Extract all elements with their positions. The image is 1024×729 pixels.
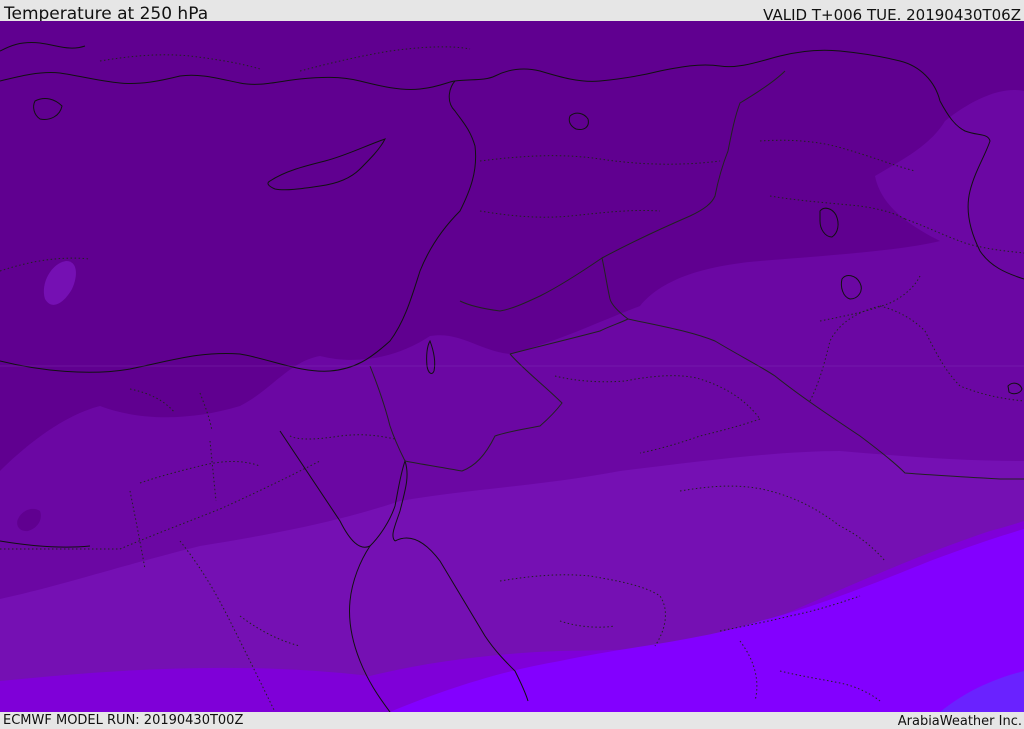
temperature-map[interactable] — [0, 21, 1024, 712]
model-run-label: ECMWF MODEL RUN: 20190430T00Z — [3, 713, 244, 728]
map-canvas — [0, 21, 1024, 712]
header-bar: Temperature at 250 hPa VALID T+006 TUE. … — [0, 0, 1024, 24]
footer-bar: ECMWF MODEL RUN: 20190430T00Z ArabiaWeat… — [0, 712, 1024, 729]
weather-map-page: Temperature at 250 hPa VALID T+006 TUE. … — [0, 0, 1024, 729]
credit-label: ArabiaWeather Inc. — [897, 714, 1022, 729]
